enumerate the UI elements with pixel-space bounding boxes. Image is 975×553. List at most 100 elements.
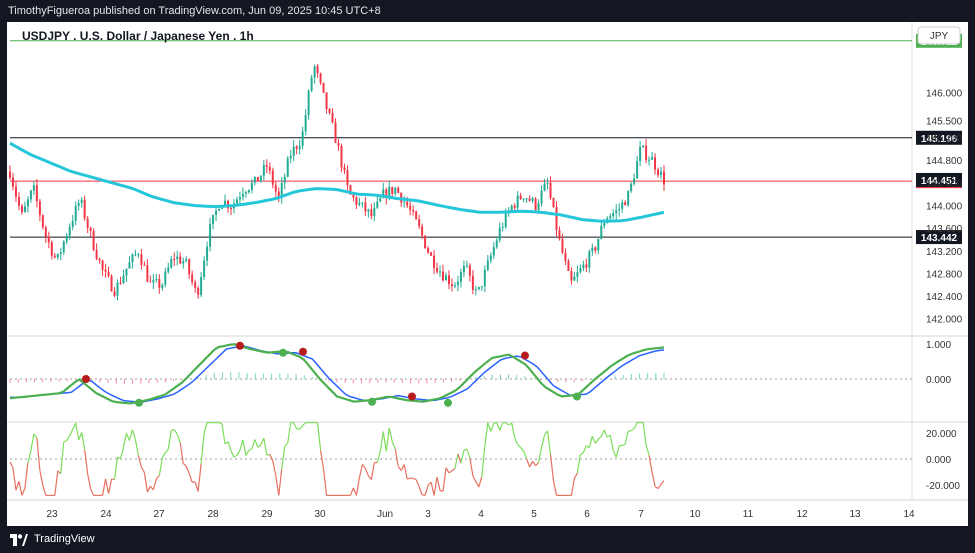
rsi-segment bbox=[233, 454, 238, 458]
candle-body bbox=[271, 170, 274, 185]
time-tick-label: 10 bbox=[689, 509, 701, 520]
candle-body bbox=[501, 226, 504, 228]
candle-body bbox=[197, 287, 200, 296]
candle-body bbox=[241, 193, 244, 198]
time-tick-label: 29 bbox=[261, 509, 273, 520]
rsi-segment bbox=[287, 422, 292, 444]
rsi-segment bbox=[400, 464, 405, 471]
rsi-segment bbox=[281, 446, 286, 469]
candle-body bbox=[561, 238, 564, 253]
candle-body bbox=[579, 268, 582, 273]
candle-body bbox=[609, 216, 612, 219]
candle-body bbox=[292, 146, 295, 156]
candle-body bbox=[439, 271, 442, 273]
rsi-segment bbox=[546, 430, 552, 455]
candle-body bbox=[128, 262, 131, 269]
candle-body bbox=[307, 90, 310, 116]
candle-body bbox=[134, 254, 137, 256]
candle-body bbox=[235, 199, 238, 204]
oscillator-panel bbox=[9, 341, 912, 407]
candle-body bbox=[20, 205, 23, 213]
candle-body bbox=[95, 250, 98, 259]
chart-title: USDJPY . U.S. Dollar / Japanese Yen . 1h bbox=[22, 29, 254, 43]
candle-body bbox=[110, 275, 113, 292]
candle-body bbox=[9, 171, 11, 178]
candle-body bbox=[77, 202, 80, 206]
rsi-segment bbox=[633, 422, 638, 429]
rsi-segment bbox=[600, 429, 605, 437]
candle-body bbox=[546, 182, 549, 184]
rsi-panel bbox=[9, 422, 912, 496]
candle-body bbox=[379, 198, 382, 202]
rsi-segment bbox=[164, 448, 169, 454]
oscillator-cross-dot bbox=[521, 351, 529, 360]
candle-body bbox=[194, 282, 197, 288]
candle-body bbox=[89, 227, 92, 231]
rsi-segment bbox=[182, 462, 187, 467]
rsi-segment bbox=[460, 450, 465, 464]
rsi-segment bbox=[194, 481, 199, 492]
candle-body bbox=[268, 166, 271, 171]
rsi-segment bbox=[296, 428, 300, 430]
candle-body bbox=[642, 145, 645, 147]
candle-body bbox=[289, 155, 292, 159]
candle-body bbox=[459, 272, 462, 282]
candle-body bbox=[101, 260, 104, 270]
rsi-segment bbox=[84, 449, 89, 474]
candle-body bbox=[364, 202, 367, 212]
candle-body bbox=[462, 266, 465, 273]
candle-body bbox=[477, 286, 480, 290]
candle-body bbox=[238, 197, 241, 200]
candle-body bbox=[624, 202, 627, 206]
candle-body bbox=[525, 198, 528, 200]
rsi-segment bbox=[424, 485, 429, 496]
candle-body bbox=[585, 264, 588, 268]
rsi-segment bbox=[576, 454, 581, 474]
oscillator-cross-dot bbox=[236, 341, 244, 350]
candle-body bbox=[498, 227, 501, 241]
time-tick-label: 30 bbox=[314, 509, 326, 520]
time-tick-label: 5 bbox=[531, 509, 537, 520]
candle-body bbox=[618, 208, 621, 211]
price-tick-label: 144.400 bbox=[926, 179, 963, 190]
candle-body bbox=[427, 248, 430, 253]
chart-canvas[interactable]: 145.196144.430143.442146.912144.451 142.… bbox=[0, 0, 975, 553]
candle-body bbox=[244, 192, 247, 194]
rsi-segment bbox=[436, 477, 441, 491]
rsi-segment bbox=[81, 432, 86, 450]
rsi-segment bbox=[379, 431, 384, 452]
rsi-segment bbox=[484, 422, 489, 447]
rsi-segment bbox=[63, 439, 67, 443]
candle-body bbox=[47, 236, 50, 243]
rsi-segment bbox=[609, 435, 614, 451]
rsi-segment bbox=[221, 423, 226, 445]
candle-body bbox=[468, 265, 471, 276]
rsi-segment bbox=[203, 422, 208, 434]
candle-body bbox=[486, 260, 489, 270]
rsi-segment bbox=[176, 433, 181, 443]
time-tick-label: 3 bbox=[425, 509, 431, 520]
rsi-segment bbox=[167, 430, 172, 450]
rsi-segment bbox=[140, 466, 145, 473]
rsi-segment bbox=[478, 476, 483, 488]
rsi-segment bbox=[466, 448, 471, 459]
candle-body bbox=[65, 235, 68, 242]
rsi-segment bbox=[490, 423, 495, 432]
price-tick-label: 143.200 bbox=[926, 247, 963, 258]
candle-body bbox=[450, 284, 453, 287]
candle-body bbox=[301, 131, 304, 146]
candle-body bbox=[657, 169, 660, 176]
rsi-segment bbox=[179, 442, 184, 464]
candle-body bbox=[167, 267, 170, 272]
candle-body bbox=[340, 145, 343, 168]
rsi-segment bbox=[451, 467, 456, 472]
rsi-segment bbox=[9, 461, 14, 469]
rsi-segment bbox=[18, 481, 23, 496]
candle-body bbox=[355, 197, 358, 205]
candle-body bbox=[80, 199, 83, 203]
candle-body bbox=[32, 185, 35, 191]
candle-body bbox=[50, 242, 53, 256]
rsi-segment bbox=[27, 450, 32, 463]
rsi-segment bbox=[158, 457, 163, 476]
time-tick-label: 11 bbox=[743, 509, 754, 520]
